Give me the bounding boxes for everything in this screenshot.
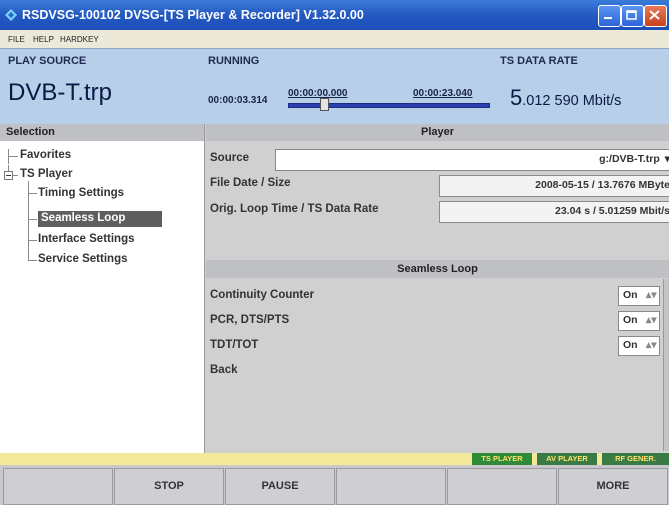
tdt-tot-label: TDT/TOT <box>210 339 259 351</box>
spin-icon: ▴▾ <box>646 339 657 351</box>
loop-time-label: Orig. Loop Time / TS Data Rate <box>210 203 379 215</box>
status-bar: TS PLAYER AV PLAYER RF GENER. <box>0 453 669 465</box>
pcr-dts-pts-select[interactable]: On ▴▾ <box>618 311 660 331</box>
data-rate-value: 5.012 590 Mbit/s <box>510 85 621 111</box>
seamless-loop-header: Seamless Loop <box>206 260 669 278</box>
tree-item-interface-settings[interactable]: Interface Settings <box>38 233 135 245</box>
tree-item-seamless-loop[interactable]: Seamless Loop <box>38 211 162 227</box>
status-header: PLAY SOURCE DVB-T.trp RUNNING 00:00:03.3… <box>0 48 669 124</box>
elapsed-time: 00:00:03.314 <box>208 95 268 106</box>
tree-item-service-settings[interactable]: Service Settings <box>38 253 127 265</box>
back-link[interactable]: Back <box>210 364 238 376</box>
pause-button[interactable]: PAUSE <box>225 468 335 505</box>
source-field[interactable]: g:/DVB-T.trp ▾ <box>275 149 669 171</box>
tree-item-ts-player[interactable]: TS Player <box>20 168 72 180</box>
source-label: Source <box>210 152 249 164</box>
window-title: RSDVSG-100102 DVSG-[TS Player & Recorder… <box>22 8 364 22</box>
menu-bar: FILE HELP HARDKEY <box>0 30 669 48</box>
collapse-icon[interactable] <box>4 171 13 180</box>
menu-help[interactable]: HELP <box>33 35 54 44</box>
app-icon <box>5 9 17 21</box>
minimize-icon <box>604 17 612 19</box>
file-date-field: 2008-05-15 / 13.7676 MByte <box>439 175 669 197</box>
minimize-button[interactable] <box>598 5 621 27</box>
dropdown-arrow-icon: ▾ <box>664 153 669 165</box>
spin-icon: ▴▾ <box>646 314 657 326</box>
menu-file[interactable]: FILE <box>8 35 25 44</box>
tab-rf-gener[interactable]: RF GENER. <box>602 453 669 465</box>
player-header: Player <box>206 124 669 141</box>
progress-knob[interactable] <box>320 98 330 111</box>
play-source-label: PLAY SOURCE <box>8 55 87 67</box>
tdt-tot-select[interactable]: On ▴▾ <box>618 336 660 356</box>
file-date-label: File Date / Size <box>210 177 291 189</box>
maximize-button[interactable] <box>621 5 644 27</box>
scrollbar[interactable] <box>663 279 669 451</box>
tab-ts-player[interactable]: TS PLAYER <box>472 453 532 465</box>
tree-item-timing-settings[interactable]: Timing Settings <box>38 187 124 199</box>
loop-time-field: 23.04 s / 5.01259 Mbit/s <box>439 201 669 223</box>
selection-header: Selection <box>0 124 205 141</box>
selection-tree: Favorites TS Player Timing Settings Seam… <box>0 141 205 453</box>
data-rate-label: TS DATA RATE <box>500 55 578 67</box>
progress-bar <box>288 103 490 108</box>
data-rate-major: 5 <box>510 85 523 110</box>
close-icon <box>649 10 660 20</box>
start-time: 00:00:00.000 <box>288 88 348 99</box>
continuity-counter-select[interactable]: On ▴▾ <box>618 286 660 306</box>
tab-av-player[interactable]: AV PLAYER <box>537 453 597 465</box>
softkey-5[interactable] <box>447 468 557 505</box>
maximize-icon <box>626 10 637 20</box>
close-button[interactable] <box>644 5 667 27</box>
data-rate-rest: .012 590 Mbit/s <box>522 93 622 109</box>
softkey-bar: STOP PAUSE MORE <box>0 465 669 505</box>
continuity-counter-label: Continuity Counter <box>210 289 315 301</box>
spin-icon: ▴▾ <box>646 289 657 301</box>
play-source-value: DVB-T.trp <box>8 79 113 106</box>
menu-hardkey[interactable]: HARDKEY <box>60 35 99 44</box>
source-value: g:/DVB-T.trp <box>599 153 660 165</box>
player-panel: Player Source g:/DVB-T.trp ▾ File Date /… <box>206 124 669 453</box>
tree-item-favorites[interactable]: Favorites <box>20 149 71 161</box>
softkey-1[interactable] <box>3 468 113 505</box>
title-bar: RSDVSG-100102 DVSG-[TS Player & Recorder… <box>0 0 669 30</box>
end-time: 00:00:23.040 <box>413 88 473 99</box>
more-button[interactable]: MORE <box>558 468 668 505</box>
softkey-4[interactable] <box>336 468 446 505</box>
stop-button[interactable]: STOP <box>114 468 224 505</box>
pcr-dts-pts-label: PCR, DTS/PTS <box>210 314 290 326</box>
running-label: RUNNING <box>208 55 260 67</box>
